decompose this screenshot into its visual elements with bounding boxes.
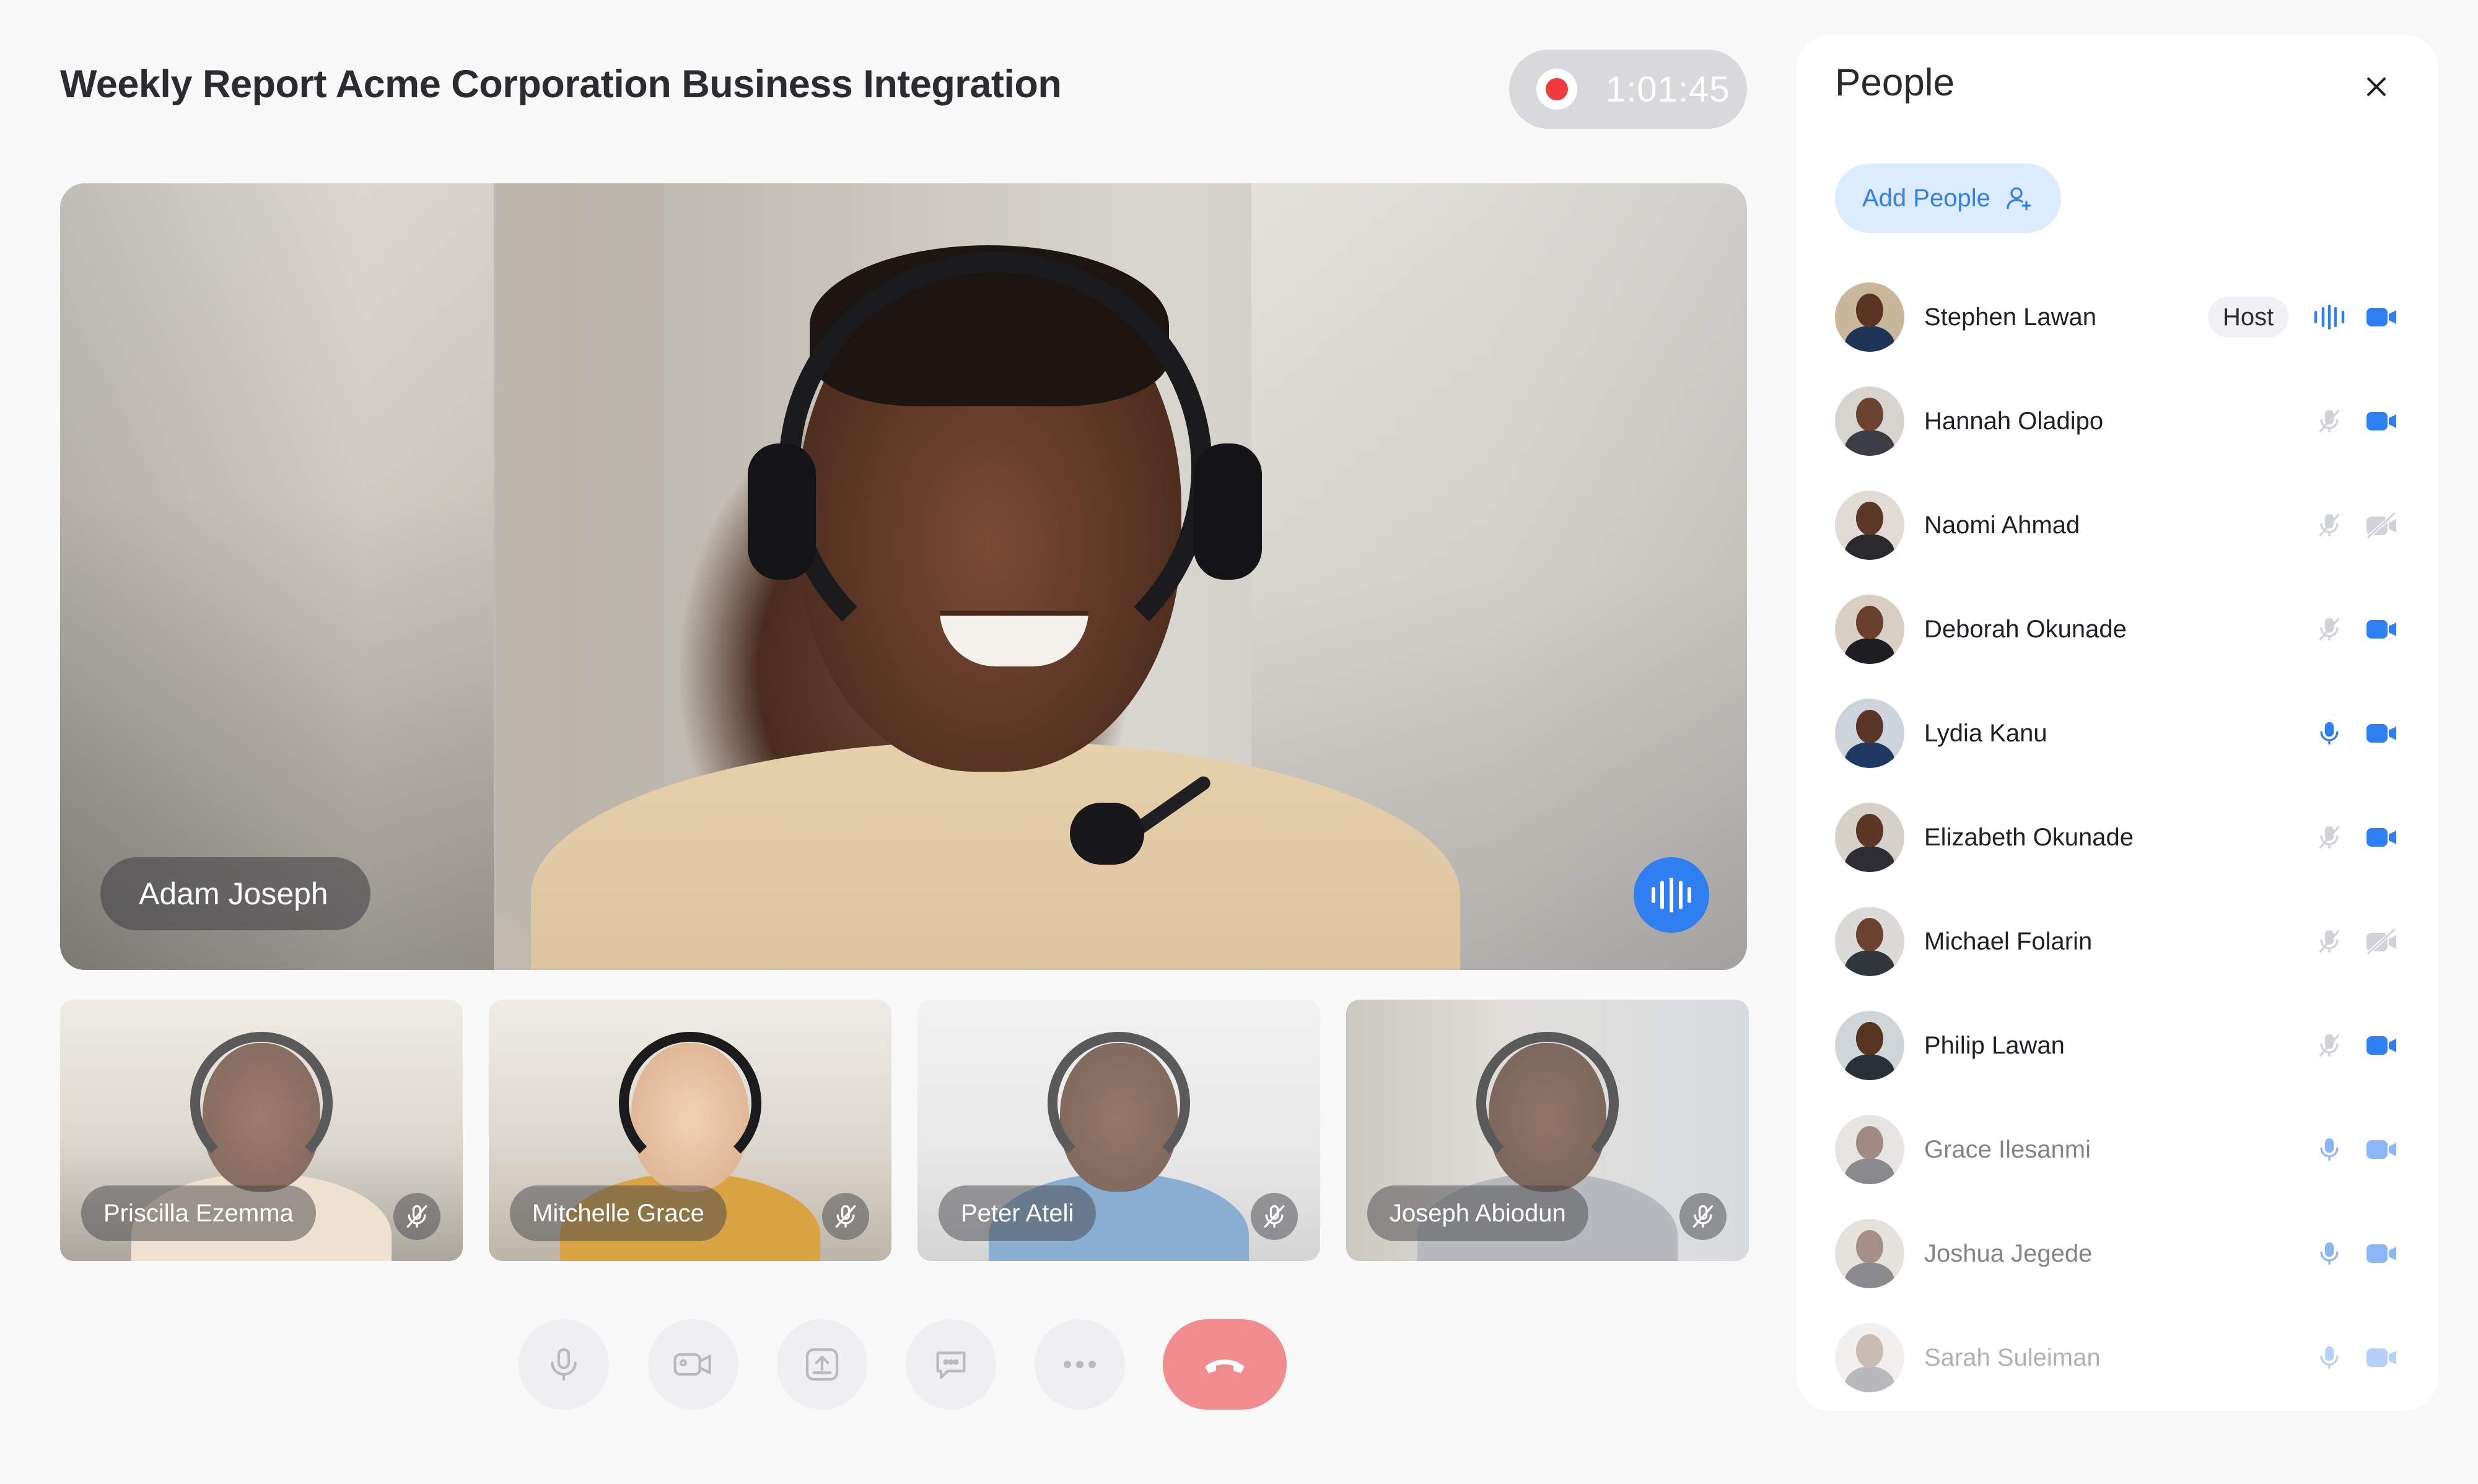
share-screen-icon bbox=[805, 1348, 839, 1381]
add-people-button[interactable]: Add People bbox=[1835, 164, 2061, 233]
recording-indicator[interactable]: 1:01:45 bbox=[1509, 50, 1747, 129]
avatar bbox=[1835, 491, 1904, 560]
avatar bbox=[1835, 1323, 1904, 1392]
close-icon bbox=[2367, 77, 2386, 96]
camera-on-icon[interactable] bbox=[2363, 404, 2401, 439]
mic-muted-icon bbox=[1679, 1193, 1727, 1240]
participant-row[interactable]: Grace Ilesanmi bbox=[1835, 1115, 2405, 1184]
mic-muted-icon bbox=[822, 1193, 869, 1240]
participant-row[interactable]: Sarah Suleiman bbox=[1835, 1323, 2405, 1392]
thumbnail-name: Peter Ateli bbox=[939, 1185, 1097, 1241]
mic-muted-icon[interactable] bbox=[2312, 404, 2347, 439]
audio-wave-icon bbox=[1652, 878, 1691, 912]
participant-row[interactable]: Philip Lawan bbox=[1835, 1011, 2405, 1080]
main-speaker-video[interactable]: Adam Joseph bbox=[60, 183, 1747, 970]
participant-thumbnail[interactable]: Mitchelle Grace bbox=[489, 1000, 891, 1261]
microphone-on-icon[interactable] bbox=[2312, 716, 2347, 751]
microphone-on-icon[interactable] bbox=[2312, 1236, 2347, 1271]
participant-thumbnail[interactable]: Joseph Abiodun bbox=[1346, 1000, 1749, 1261]
people-panel: People Add People Stephen Lawan Host Han… bbox=[1797, 35, 2438, 1411]
avatar bbox=[1835, 699, 1904, 768]
chat-icon bbox=[936, 1351, 966, 1379]
add-user-icon bbox=[2007, 187, 2031, 211]
avatar bbox=[1835, 386, 1904, 456]
participant-row[interactable]: Hannah Oladipo bbox=[1835, 386, 2405, 456]
host-badge: Host bbox=[2208, 297, 2289, 338]
mic-muted-icon[interactable] bbox=[2312, 820, 2347, 855]
microphone-icon bbox=[551, 1348, 577, 1381]
video-call-app: Weekly Report Acme Corporation Business … bbox=[0, 0, 2478, 1484]
avatar bbox=[1835, 907, 1904, 976]
avatar bbox=[1835, 1115, 1904, 1184]
microphone-on-icon[interactable] bbox=[2312, 1132, 2347, 1167]
avatar bbox=[1835, 803, 1904, 872]
camera-on-icon[interactable] bbox=[2363, 1236, 2401, 1271]
camera-on-icon[interactable] bbox=[2363, 1028, 2401, 1063]
add-people-label: Add People bbox=[1862, 184, 1990, 212]
participant-row[interactable]: Lydia Kanu bbox=[1835, 699, 2405, 768]
camera-off-icon[interactable] bbox=[2363, 924, 2401, 959]
participant-row[interactable]: Joshua Jegede bbox=[1835, 1219, 2405, 1288]
audio-wave-icon[interactable] bbox=[2312, 300, 2347, 334]
thumbnail-name: Priscilla Ezemma bbox=[81, 1185, 316, 1241]
meeting-title: Weekly Report Acme Corporation Business … bbox=[60, 63, 1062, 106]
camera-on-icon[interactable] bbox=[2363, 300, 2401, 334]
main-speaker-name: Adam Joseph bbox=[100, 857, 370, 930]
end-call-icon bbox=[1205, 1360, 1245, 1373]
participant-thumbnail[interactable]: Peter Ateli bbox=[917, 1000, 1320, 1261]
participant-row[interactable]: Michael Folarin bbox=[1835, 907, 2405, 976]
mic-muted-icon[interactable] bbox=[2312, 508, 2347, 543]
avatar bbox=[1835, 1011, 1904, 1080]
participant-row[interactable]: Stephen Lawan Host bbox=[1835, 282, 2405, 352]
chat-button[interactable] bbox=[906, 1319, 996, 1410]
microphone-button[interactable] bbox=[519, 1319, 609, 1410]
avatar bbox=[1835, 282, 1904, 352]
speaking-indicator[interactable] bbox=[1634, 857, 1709, 933]
avatar bbox=[1835, 1219, 1904, 1288]
thumbnail-name: Joseph Abiodun bbox=[1367, 1185, 1588, 1241]
participant-thumbnail[interactable]: Priscilla Ezemma bbox=[60, 1000, 463, 1261]
share-screen-button[interactable] bbox=[777, 1319, 867, 1410]
mic-muted-icon bbox=[1251, 1193, 1298, 1240]
camera-off-icon[interactable] bbox=[2363, 508, 2401, 543]
end-call-button[interactable] bbox=[1163, 1319, 1287, 1410]
participant-row[interactable]: Naomi Ahmad bbox=[1835, 491, 2405, 560]
avatar bbox=[1835, 595, 1904, 664]
mic-muted-icon[interactable] bbox=[2312, 924, 2347, 959]
camera-on-icon[interactable] bbox=[2363, 612, 2401, 647]
camera-on-icon[interactable] bbox=[2363, 1340, 2401, 1375]
mic-muted-icon bbox=[393, 1193, 440, 1240]
camera-on-icon[interactable] bbox=[2363, 716, 2401, 751]
mic-muted-icon[interactable] bbox=[2312, 612, 2347, 647]
more-icon bbox=[1064, 1361, 1096, 1368]
microphone-on-icon[interactable] bbox=[2312, 1340, 2347, 1375]
thumbnail-name: Mitchelle Grace bbox=[510, 1185, 727, 1241]
close-panel-button[interactable] bbox=[2354, 64, 2399, 109]
camera-button[interactable] bbox=[648, 1319, 738, 1410]
panel-title: People bbox=[1835, 61, 1955, 104]
camera-on-icon[interactable] bbox=[2363, 1132, 2401, 1167]
mic-muted-icon[interactable] bbox=[2312, 1028, 2347, 1063]
participant-row[interactable]: Elizabeth Okunade bbox=[1835, 803, 2405, 872]
recording-time: 1:01:45 bbox=[1606, 69, 1730, 110]
record-icon bbox=[1536, 69, 1577, 110]
camera-on-icon[interactable] bbox=[2363, 820, 2401, 855]
camera-icon bbox=[673, 1353, 711, 1376]
more-options-button[interactable] bbox=[1035, 1319, 1125, 1410]
participant-row[interactable]: Deborah Okunade bbox=[1835, 595, 2405, 664]
